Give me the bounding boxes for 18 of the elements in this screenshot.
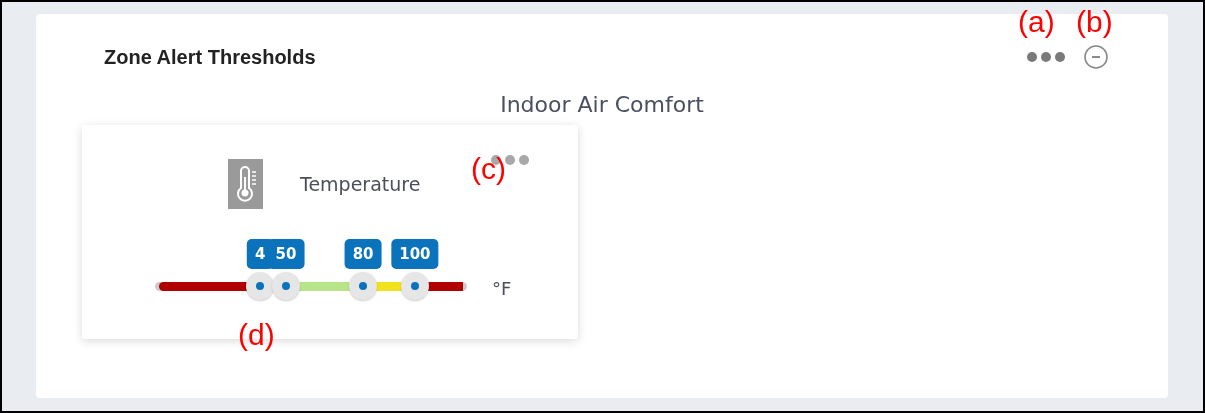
thermometer-icon xyxy=(228,159,263,209)
more-icon[interactable] xyxy=(1026,51,1066,63)
threshold-value: 50 xyxy=(267,239,305,269)
threshold-value: 80 xyxy=(344,239,382,269)
callout-label: (d) xyxy=(238,318,275,352)
slider-handle[interactable] xyxy=(400,272,429,300)
callout-label: (a) xyxy=(1018,5,1055,39)
collapse-icon[interactable] xyxy=(1083,44,1109,70)
slider-handle[interactable] xyxy=(272,272,301,300)
section-title: Indoor Air Comfort xyxy=(499,91,705,119)
callout-label: (c) xyxy=(471,152,506,186)
unit-label: °F xyxy=(492,278,512,301)
slider-handle[interactable] xyxy=(349,272,378,300)
slider-handle[interactable] xyxy=(246,272,275,300)
callout-label: (b) xyxy=(1076,5,1113,39)
sensor-label: Temperature xyxy=(300,173,421,195)
threshold-value: 100 xyxy=(391,239,439,269)
panel-title: Zone Alert Thresholds xyxy=(104,45,316,69)
